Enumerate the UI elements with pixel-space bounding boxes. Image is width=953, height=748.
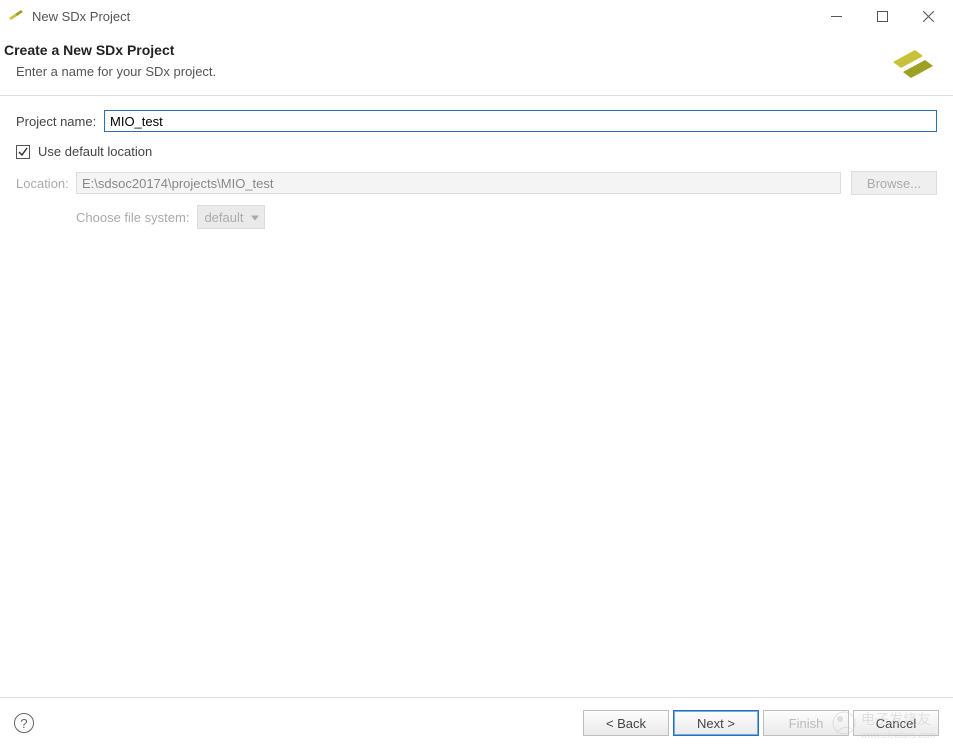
banner-title: Create a New SDx Project	[4, 42, 937, 58]
file-system-row: Choose file system: default	[76, 205, 937, 229]
close-button[interactable]	[905, 0, 951, 32]
finish-button: Finish	[763, 710, 849, 736]
choose-file-system-label: Choose file system:	[76, 210, 189, 225]
browse-button: Browse...	[851, 171, 937, 195]
use-default-location-label: Use default location	[38, 144, 152, 159]
wizard-content: Project name: Use default location Locat…	[0, 96, 953, 243]
location-input	[76, 172, 841, 194]
wizard-footer: ? < Back Next > Finish Cancel	[0, 698, 953, 748]
use-default-location-row: Use default location	[16, 144, 937, 159]
window-title: New SDx Project	[32, 9, 130, 24]
banner-logo-icon	[885, 40, 941, 86]
minimize-button[interactable]	[813, 0, 859, 32]
file-system-select-wrap: default	[197, 205, 265, 229]
next-button[interactable]: Next >	[673, 710, 759, 736]
file-system-select: default	[197, 205, 265, 229]
cancel-button[interactable]: Cancel	[853, 710, 939, 736]
back-button[interactable]: < Back	[583, 710, 669, 736]
location-label: Location:	[16, 176, 76, 191]
project-name-input[interactable]	[104, 110, 937, 132]
location-row: Location: Browse...	[16, 171, 937, 195]
help-button[interactable]: ?	[14, 713, 34, 733]
banner-subtitle: Enter a name for your SDx project.	[16, 64, 937, 79]
project-name-label: Project name:	[16, 114, 104, 129]
project-name-row: Project name:	[16, 110, 937, 132]
maximize-button[interactable]	[859, 0, 905, 32]
help-icon: ?	[20, 716, 27, 731]
wizard-banner: Create a New SDx Project Enter a name fo…	[0, 32, 953, 96]
use-default-location-checkbox[interactable]	[16, 145, 30, 159]
titlebar: New SDx Project	[0, 0, 953, 32]
app-icon	[8, 8, 24, 24]
